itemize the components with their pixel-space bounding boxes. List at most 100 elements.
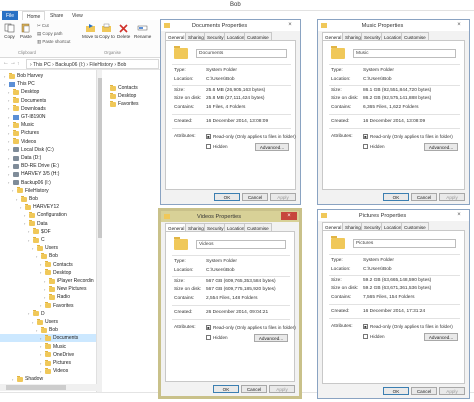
chevron-right-icon[interactable]: ›	[40, 270, 44, 275]
tree-item[interactable]: › Users	[0, 244, 96, 252]
advanced-button[interactable]: Advanced...	[255, 143, 289, 151]
tree-item[interactable]: › Local Disk (C:)	[0, 146, 96, 154]
chevron-right-icon[interactable]: ›	[8, 139, 12, 144]
tree-item[interactable]: › HARVEY12	[0, 203, 96, 211]
chevron-right-icon[interactable]: ›	[8, 90, 12, 95]
chevron-right-icon[interactable]: ›	[4, 82, 8, 87]
tree-item[interactable]: › Backup06 (I:)	[0, 179, 96, 187]
tree-item[interactable]: › GT-I8190N	[0, 113, 96, 121]
copy-path-button[interactable]: ▤ Copy path	[37, 31, 62, 37]
tree-item[interactable]: › Pictures	[0, 359, 96, 367]
tree-item[interactable]: › BD-RE Drive (E:)	[0, 162, 96, 170]
tree-item[interactable]: › Documents	[0, 97, 96, 105]
tree-item[interactable]: › iPlayer Recordin	[0, 277, 96, 285]
list-item[interactable]: Contacts	[110, 84, 138, 92]
chevron-right-icon[interactable]: ›	[40, 361, 44, 366]
folder-name-input[interactable]: Pictures	[353, 239, 456, 248]
hidden-checkbox[interactable]: Hidden	[206, 335, 228, 340]
chevron-right-icon[interactable]: ›	[16, 197, 20, 202]
back-arrow-icon[interactable]: ←	[3, 60, 9, 66]
cancel-button[interactable]: Cancel	[241, 385, 267, 393]
move-to-button[interactable]: Move to	[82, 23, 98, 39]
chevron-right-icon[interactable]: ›	[40, 262, 44, 267]
delete-button[interactable]: Delete	[117, 23, 130, 39]
up-arrow-icon[interactable]: ↑	[17, 61, 20, 67]
chevron-right-icon[interactable]: ›	[8, 172, 12, 177]
tree-item[interactable]: › OneDrive	[0, 351, 96, 359]
close-icon[interactable]: ×	[281, 212, 297, 220]
tab-share[interactable]: Share	[46, 11, 67, 20]
hidden-checkbox[interactable]: Hidden	[363, 334, 385, 339]
hidden-checkbox[interactable]: Hidden	[206, 144, 228, 149]
ok-button[interactable]: OK	[383, 193, 409, 201]
chevron-right-icon[interactable]: ›	[36, 254, 40, 259]
tree-item[interactable]: › Documents	[0, 334, 96, 343]
tree-item[interactable]: › Bob	[0, 326, 96, 334]
advanced-button[interactable]: Advanced...	[254, 334, 288, 342]
tree-item[interactable]: › Desktop	[0, 269, 96, 277]
readonly-checkbox[interactable]: ■ Read-only (Only applies to files in fol…	[206, 325, 296, 330]
list-item[interactable]: Favorites	[110, 100, 139, 108]
tree-item[interactable]: › D	[0, 310, 96, 318]
copy-to-button[interactable]: Copy to	[99, 23, 115, 39]
tab-view[interactable]: View	[68, 11, 87, 20]
tree-item[interactable]: › Videos	[0, 367, 96, 375]
advanced-button[interactable]: Advanced...	[424, 143, 458, 151]
tree-item[interactable]: › Configuration	[0, 211, 96, 219]
chevron-right-icon[interactable]: ›	[40, 336, 44, 341]
hidden-checkbox[interactable]: Hidden	[363, 144, 385, 149]
list-item[interactable]: Desktop	[110, 92, 136, 100]
tree-item[interactable]: › Contacts	[0, 261, 96, 269]
rename-button[interactable]: Rename	[134, 23, 151, 39]
tree-item[interactable]: › Radio	[0, 293, 96, 301]
tree-item[interactable]: › Pictures	[0, 129, 96, 137]
tree-item[interactable]: › Music	[0, 121, 96, 129]
copy-button[interactable]: Copy	[4, 23, 15, 39]
tree-item[interactable]: › Shadow	[0, 375, 96, 383]
ok-button[interactable]: OK	[214, 193, 240, 201]
readonly-checkbox[interactable]: ■ Read-only (Only applies to files in fol…	[206, 134, 296, 139]
tree-item[interactable]: › Data (D:)	[0, 154, 96, 162]
chevron-right-icon[interactable]: ›	[28, 238, 32, 243]
tree-item[interactable]: › $OF	[0, 228, 96, 236]
chevron-right-icon[interactable]: ›	[32, 246, 36, 251]
cut-button[interactable]: ✂ Cut	[37, 23, 49, 29]
tab-home[interactable]: Home	[22, 11, 46, 20]
folder-name-input[interactable]: Music	[353, 49, 456, 58]
chevron-right-icon[interactable]: ›	[8, 115, 12, 120]
chevron-right-icon[interactable]: ›	[28, 229, 32, 234]
tree-item[interactable]: › Data	[0, 220, 96, 228]
tab-customise[interactable]: Customise	[244, 32, 272, 40]
chevron-right-icon[interactable]: ›	[8, 147, 12, 152]
tree-item[interactable]: › This PC	[0, 80, 96, 88]
forward-arrow-icon[interactable]: →	[10, 60, 16, 66]
tree-item[interactable]: › Downloads	[0, 105, 96, 113]
chevron-right-icon[interactable]: ›	[8, 180, 12, 185]
chevron-right-icon[interactable]: ›	[12, 188, 16, 193]
chevron-right-icon[interactable]: ›	[20, 205, 24, 210]
chevron-right-icon[interactable]: ›	[40, 303, 44, 308]
chevron-right-icon[interactable]: ›	[24, 221, 28, 226]
paste-shortcut-button[interactable]: ▥ Paste shortcut	[37, 39, 70, 45]
chevron-right-icon[interactable]: ›	[8, 164, 12, 169]
paste-button[interactable]: Paste	[20, 23, 32, 39]
tree-item[interactable]: › FileHistory	[0, 187, 96, 195]
tree-item[interactable]: › HARVEY 3/5 (H:)	[0, 170, 96, 178]
chevron-right-icon[interactable]: ›	[8, 131, 12, 136]
tree-item[interactable]: › Bob	[0, 252, 96, 260]
chevron-right-icon[interactable]: ›	[28, 311, 32, 316]
tree-item[interactable]: › New Pictures	[0, 285, 96, 293]
readonly-checkbox[interactable]: ■ Read-only (Only applies to files in fol…	[363, 324, 453, 329]
chevron-right-icon[interactable]: ›	[8, 156, 12, 161]
chevron-right-icon[interactable]: ›	[40, 352, 44, 357]
cancel-button[interactable]: Cancel	[411, 193, 437, 201]
apply-button[interactable]: Apply	[439, 387, 465, 395]
ok-button[interactable]: OK	[383, 387, 409, 395]
readonly-checkbox[interactable]: ■ Read-only (Only applies to files in fol…	[363, 134, 453, 139]
apply-button[interactable]: Apply	[270, 193, 296, 201]
address-path[interactable]: › This PC › Backup06 (I:) › FileHistory …	[26, 59, 159, 69]
chevron-right-icon[interactable]: ›	[32, 320, 36, 325]
chevron-right-icon[interactable]: ›	[8, 106, 12, 111]
chevron-right-icon[interactable]: ›	[4, 74, 8, 79]
advanced-button[interactable]: Advanced...	[424, 333, 458, 341]
